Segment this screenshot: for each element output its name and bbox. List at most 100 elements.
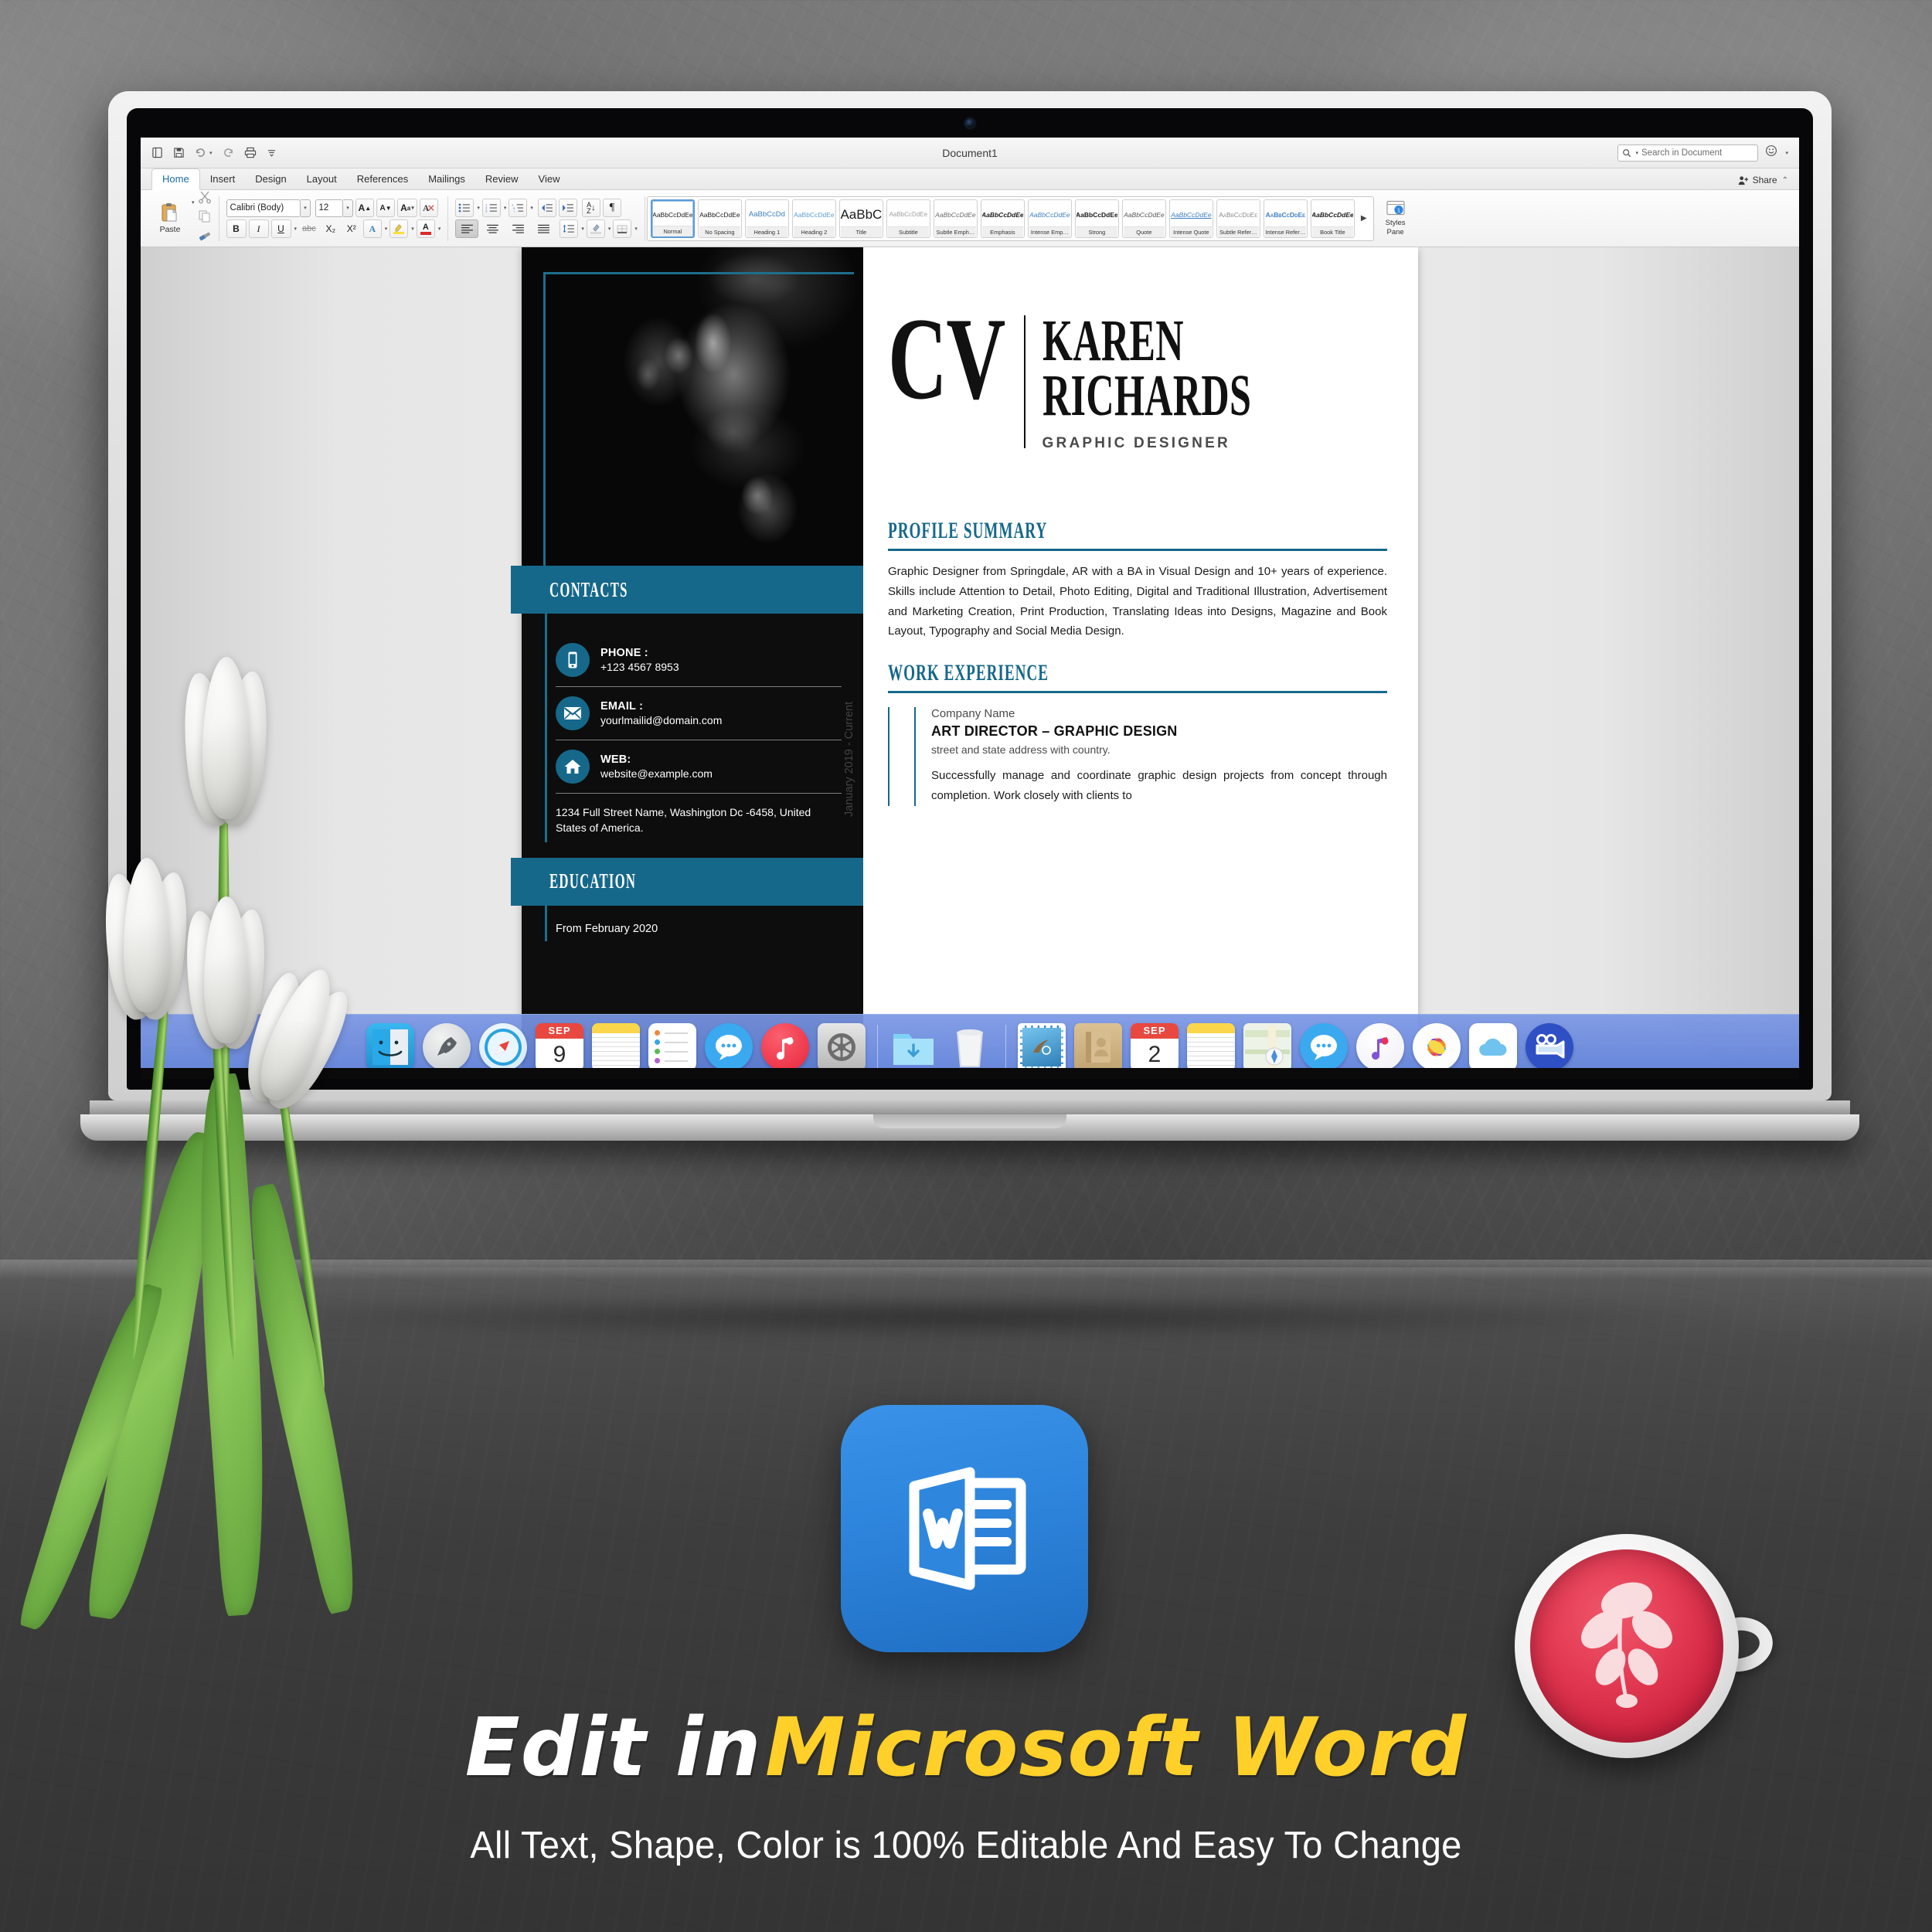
styles-gallery[interactable]: AaBbCcDdEe Normal AaBbCcDdEe No Spacing Aa…	[646, 196, 1374, 241]
maps-icon[interactable]	[1243, 1022, 1291, 1071]
change-case-button[interactable]: Aa ▾	[397, 199, 417, 217]
bullet-list-button[interactable]	[455, 199, 474, 217]
numbered-list-button[interactable]: 123	[481, 199, 501, 217]
photos-icon[interactable]	[1413, 1022, 1461, 1071]
tab-layout[interactable]: Layout	[297, 169, 347, 189]
borders-button[interactable]	[613, 219, 632, 238]
font-name-dropdown[interactable]: ▾	[300, 199, 311, 217]
style-heading-1[interactable]: AaBbCcDd Heading 1	[744, 199, 789, 238]
downloads-folder-icon[interactable]	[889, 1023, 937, 1071]
safari-icon[interactable]	[479, 1022, 527, 1071]
smiley-feedback-icon[interactable]	[1765, 145, 1777, 161]
tab-home[interactable]: Home	[151, 168, 200, 190]
subscript-button[interactable]: X₂	[321, 219, 340, 238]
style-subtle-emphasis[interactable]: AaBbCcDdEe Subtle Emph…	[933, 199, 978, 238]
contacts-icon[interactable]	[1074, 1022, 1122, 1071]
tab-insert[interactable]: Insert	[200, 169, 246, 189]
itunes-icon-2[interactable]	[1356, 1022, 1404, 1071]
superscript-button[interactable]: X²	[342, 219, 361, 238]
font-color-button[interactable]: A	[416, 219, 435, 238]
style-normal[interactable]: AaBbCcDdEe Normal	[650, 199, 695, 238]
contact-email-value: yourlmailid@domain.com	[600, 714, 723, 726]
tab-view[interactable]: View	[529, 169, 570, 189]
ribbon-tab-bar[interactable]: Home Insert Design Layout References Mai…	[141, 168, 1799, 190]
messages-icon[interactable]	[705, 1022, 753, 1071]
tab-design[interactable]: Design	[245, 169, 296, 189]
system-preferences-icon[interactable]	[818, 1022, 866, 1071]
calendar-icon-2[interactable]: SEP 2	[1131, 1022, 1179, 1071]
bold-button[interactable]: B	[226, 219, 247, 238]
document-canvas[interactable]: CONTACTS PHONE : +123 4567 8953 EMAIL: …	[141, 247, 1799, 1079]
customize-toolbar-icon[interactable]	[267, 148, 277, 157]
mail-icon[interactable]	[1018, 1022, 1066, 1078]
launchpad-icon[interactable]	[423, 1022, 471, 1071]
trash-icon[interactable]	[946, 1023, 994, 1071]
font-size-input[interactable]: 12	[315, 199, 343, 217]
align-left-button[interactable]	[455, 219, 479, 238]
tab-review[interactable]: Review	[475, 169, 529, 189]
style-intense-reference[interactable]: AaBbCcDdEe Intense Refer…	[1263, 199, 1308, 238]
strikethrough-button[interactable]: abc	[299, 219, 319, 238]
tab-references[interactable]: References	[347, 169, 418, 189]
calendar-icon[interactable]: SEP 9	[536, 1022, 583, 1071]
font-name-input[interactable]: Calibri (Body)	[226, 199, 301, 217]
align-right-button[interactable]	[506, 219, 529, 238]
line-spacing-button[interactable]	[560, 219, 579, 238]
style-intense-emphasis[interactable]: AaBbCcDdEe Intense Emp…	[1027, 199, 1072, 238]
undo-icon[interactable]: ▾	[195, 148, 213, 158]
messages-icon-2[interactable]	[1300, 1022, 1348, 1071]
tab-mailings[interactable]: Mailings	[418, 169, 475, 189]
style-quote[interactable]: AaBbCcDdEe Quote	[1121, 199, 1166, 238]
style-intense-quote[interactable]: AaBbCcDdEe Intense Quote	[1168, 199, 1213, 238]
copy-icon[interactable]	[198, 209, 212, 227]
profile-summary-heading: PROFILE SUMMARY	[888, 518, 1048, 543]
ribbon[interactable]: Paste ▾ Calibri (Body) ▾ 12 ▾ A ▲ A ▼ A …	[141, 190, 1799, 247]
redo-icon[interactable]	[223, 148, 234, 158]
highlight-button[interactable]	[389, 219, 409, 238]
reminders-icon[interactable]	[648, 1022, 696, 1071]
multilevel-list-button[interactable]: 1ai	[509, 199, 528, 217]
profile-summary-text: Graphic Designer from Springdale, AR wit…	[888, 565, 1387, 638]
show-formatting-marks-button[interactable]: ¶	[602, 199, 621, 217]
italic-button[interactable]: I	[248, 219, 269, 238]
format-painter-icon[interactable]	[198, 229, 212, 247]
print-icon[interactable]	[244, 147, 257, 158]
styles-pane-button[interactable]: 1 Styles Pane	[1379, 200, 1413, 236]
notes-icon[interactable]	[592, 1022, 640, 1071]
text-effects-button[interactable]: A	[362, 219, 382, 238]
save-icon[interactable]	[173, 147, 185, 158]
shrink-font-button[interactable]: A ▼	[376, 199, 396, 217]
macos-dock[interactable]: SEP 9 SEP 2	[141, 1014, 1799, 1079]
shading-button[interactable]	[586, 219, 605, 238]
quick-access-toolbar[interactable]: ▾	[151, 147, 277, 158]
style-no-spacing[interactable]: AaBbCcDdEe No Spacing	[697, 199, 742, 238]
itunes-icon[interactable]	[761, 1022, 809, 1071]
style-subtitle[interactable]: AaBbCcDdEe Subtitle	[886, 199, 930, 238]
finder-icon[interactable]	[366, 1022, 414, 1078]
style-heading-2[interactable]: AaBbCcDdEe Heading 2	[791, 199, 836, 238]
sort-button[interactable]: A Z ↓	[581, 199, 600, 217]
clear-formatting-button[interactable]: A	[419, 199, 438, 217]
align-center-button[interactable]	[481, 219, 504, 238]
paste-button[interactable]: Paste	[152, 202, 188, 234]
style-book-title[interactable]: AaBbCcDdEe Book Title	[1310, 199, 1355, 238]
decrease-indent-button[interactable]	[537, 199, 556, 217]
style-title[interactable]: AaBbC Title	[838, 199, 883, 238]
styles-gallery-more-button[interactable]: ▶	[1358, 214, 1370, 223]
imovie-icon[interactable]	[1526, 1022, 1573, 1078]
underline-button[interactable]: U	[270, 219, 291, 238]
icloud-icon[interactable]	[1469, 1022, 1517, 1071]
search-input[interactable]: ▾ Search in Document	[1617, 144, 1759, 162]
share-button[interactable]: Share ⌃	[1738, 175, 1788, 189]
increase-indent-button[interactable]	[558, 199, 577, 217]
justify-button[interactable]	[532, 219, 555, 238]
notes-icon-2[interactable]	[1187, 1022, 1235, 1071]
new-document-icon[interactable]	[151, 147, 163, 158]
style-subtle-reference[interactable]: AaBbCcDdEe Subtle Refer…	[1216, 199, 1260, 238]
cut-icon[interactable]	[198, 190, 212, 208]
font-size-dropdown[interactable]: ▾	[342, 199, 353, 217]
style-strong[interactable]: AaBbCcDdEe Strong	[1074, 199, 1119, 238]
style-emphasis[interactable]: AaBbCcDdEe Emphasis	[980, 199, 1025, 238]
work-experience-heading: WORK EXPERIENCE	[888, 660, 1049, 686]
grow-font-button[interactable]: A ▲	[355, 199, 375, 217]
